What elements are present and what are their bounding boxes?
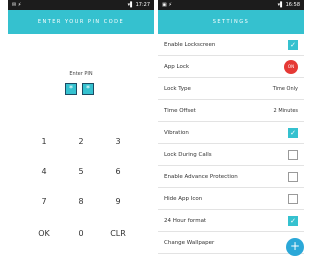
setting-label: Change Wallpaper: [164, 240, 215, 246]
status-bar: ▣ ⚡ ▾▌ 16:58: [158, 0, 304, 10]
setting-row[interactable]: Hide App Icon: [158, 188, 304, 210]
setting-row[interactable]: Vibration ✓: [158, 122, 304, 144]
key-1[interactable]: 1: [29, 134, 59, 150]
status-icons-left: ▣ ⚡: [162, 2, 172, 8]
settings-list: Enable Lockscreen ✓ App Lock ON Lock Type Tim…: [158, 34, 304, 254]
status-icons-left: ✉ ⚡: [12, 2, 22, 8]
checkbox-checked[interactable]: ✓: [288, 128, 298, 138]
key-3[interactable]: 3: [103, 134, 133, 150]
ok-button[interactable]: OK: [29, 226, 59, 242]
pin-screen: ✉ ⚡ ▾▌ 17:27 ENTER YOUR PIN CODE Enter P…: [8, 0, 154, 260]
setting-row[interactable]: Lock During Calls: [158, 144, 304, 166]
setting-row[interactable]: Lock Type Time Only: [158, 78, 304, 100]
checkbox[interactable]: [288, 150, 298, 160]
setting-row[interactable]: 24 Hour format ✓: [158, 210, 304, 232]
setting-row[interactable]: Enable Lockscreen ✓: [158, 34, 304, 56]
app-lock-toggle[interactable]: ON: [284, 60, 298, 74]
key-9[interactable]: 9: [103, 194, 133, 210]
page-title: SETTINGS: [158, 10, 304, 34]
setting-row[interactable]: Enable Advance Protection: [158, 166, 304, 188]
settings-screen: ▣ ⚡ ▾▌ 16:58 SETTINGS Enable Lockscreen ✓…: [158, 0, 304, 260]
page-title: ENTER YOUR PIN CODE: [8, 10, 154, 34]
key-6[interactable]: 6: [103, 164, 133, 180]
setting-label: Vibration: [164, 130, 189, 136]
checkbox[interactable]: [288, 172, 298, 182]
checkbox-checked[interactable]: ✓: [288, 40, 298, 50]
key-7[interactable]: 7: [29, 194, 59, 210]
setting-label: Lock Type: [164, 86, 191, 92]
pin-digit-2: *: [82, 83, 94, 95]
key-8[interactable]: 8: [66, 194, 96, 210]
setting-label: Enable Lockscreen: [164, 42, 216, 48]
setting-label: Enable Advance Protection: [164, 174, 238, 180]
clear-button[interactable]: CLR: [103, 226, 133, 242]
status-time: ▾▌ 16:58: [277, 2, 300, 8]
setting-label: Time Offset: [164, 108, 196, 114]
setting-label: Lock During Calls: [164, 152, 212, 158]
setting-value: Time Only: [272, 86, 298, 92]
status-bar: ✉ ⚡ ▾▌ 17:27: [8, 0, 154, 10]
pin-digit-1: *: [65, 83, 77, 95]
setting-label: Hide App Icon: [164, 196, 203, 202]
key-4[interactable]: 4: [29, 164, 59, 180]
status-time: ▾▌ 17:27: [127, 2, 150, 8]
key-2[interactable]: 2: [66, 134, 96, 150]
pin-label: Enter PIN: [69, 71, 93, 77]
key-0[interactable]: 0: [66, 226, 96, 242]
setting-row[interactable]: Change Wallpaper: [158, 232, 304, 254]
setting-label: 24 Hour format: [164, 218, 207, 224]
setting-value: 2 Minutes: [273, 108, 298, 114]
checkbox[interactable]: [288, 194, 298, 204]
setting-row[interactable]: Time Offset 2 Minutes: [158, 100, 304, 122]
setting-label: App Lock: [164, 64, 190, 70]
key-5[interactable]: 5: [66, 164, 96, 180]
checkbox-checked[interactable]: ✓: [288, 216, 298, 226]
add-button[interactable]: +: [286, 238, 304, 256]
setting-row[interactable]: App Lock ON: [158, 56, 304, 78]
